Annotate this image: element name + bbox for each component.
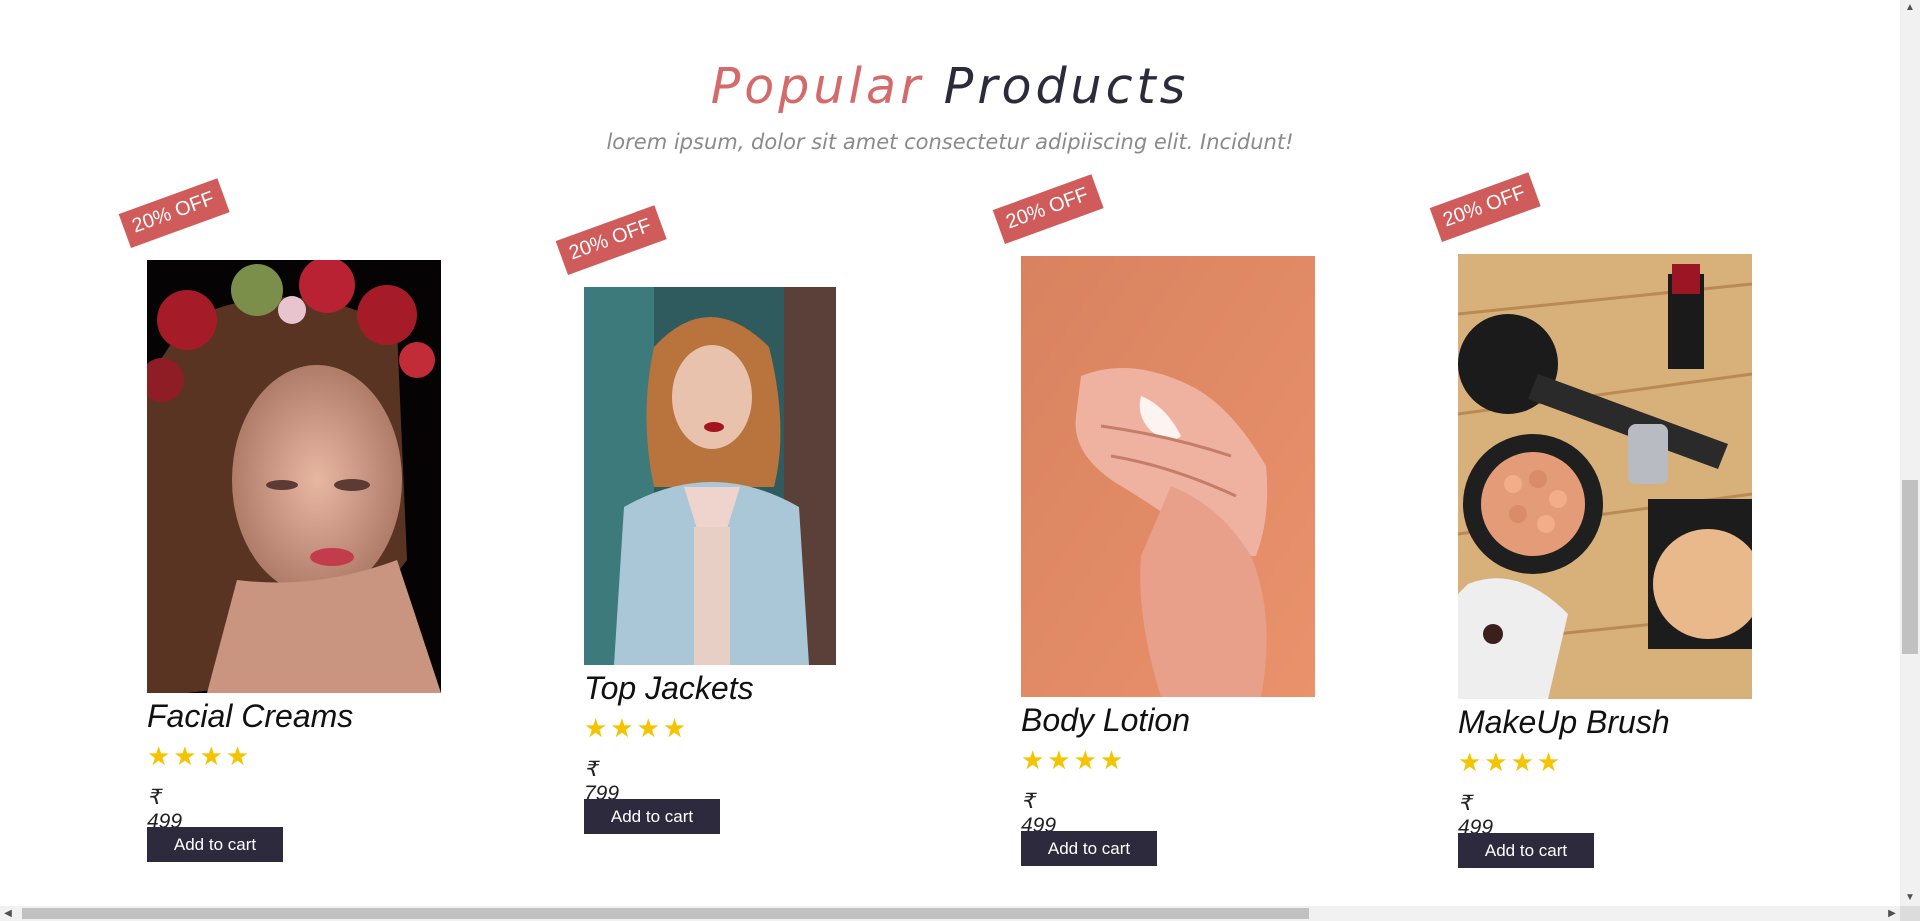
product-title[interactable]: MakeUp Brush (1458, 704, 1670, 741)
vertical-scrollbar[interactable]: ▲ ▼ (1900, 0, 1920, 906)
section-title: Popular Products (0, 58, 1900, 115)
section-subtitle: lorem ipsum, dolor sit amet consectetur … (606, 130, 1294, 154)
product-image-body-lotion[interactable] (1021, 256, 1315, 697)
product-image-top-jackets[interactable] (584, 287, 836, 665)
add-to-cart-button[interactable]: Add to cart (1021, 831, 1157, 866)
woman-with-flower-crown-photo (147, 260, 441, 693)
discount-badge: 20% OFF (118, 178, 230, 248)
makeup-products-photo (1458, 254, 1752, 699)
product-title[interactable]: Body Lotion (1021, 702, 1190, 739)
product-image-makeup-brush[interactable] (1458, 254, 1752, 699)
vertical-scroll-thumb[interactable] (1902, 480, 1918, 654)
product-image-facial-creams[interactable] (147, 260, 441, 693)
scrollbar-corner (1900, 906, 1920, 921)
scroll-down-arrow-icon[interactable]: ▼ (1900, 890, 1920, 906)
rating-stars: ★★★★ (584, 714, 690, 744)
section-title-accent: Popular (710, 58, 925, 115)
products-section: Popular Products lorem ipsum, dolor sit … (0, 0, 1900, 906)
add-to-cart-button[interactable]: Add to cart (584, 799, 720, 834)
rating-stars: ★★★★ (1021, 746, 1127, 776)
discount-badge: 20% OFF (992, 174, 1104, 244)
horizontal-scrollbar[interactable]: ◀ ▶ (0, 906, 1900, 921)
discount-badge: 20% OFF (555, 205, 667, 275)
horizontal-scroll-thumb[interactable] (22, 908, 1309, 919)
add-to-cart-button[interactable]: Add to cart (147, 827, 283, 862)
page: Popular Products lorem ipsum, dolor sit … (0, 0, 1920, 921)
section-title-rest: Products (943, 58, 1190, 115)
hands-applying-lotion-photo (1021, 256, 1315, 697)
rating-stars: ★★★★ (1458, 748, 1564, 778)
scroll-right-arrow-icon[interactable]: ▶ (1884, 906, 1900, 921)
product-title[interactable]: Facial Creams (147, 698, 353, 735)
add-to-cart-button[interactable]: Add to cart (1458, 833, 1594, 868)
rating-stars: ★★★★ (147, 742, 253, 772)
scroll-left-arrow-icon[interactable]: ◀ (0, 906, 16, 921)
product-title[interactable]: Top Jackets (584, 670, 754, 707)
woman-in-denim-jacket-photo (584, 287, 836, 665)
discount-badge: 20% OFF (1429, 172, 1541, 242)
scroll-up-arrow-icon[interactable]: ▲ (1900, 0, 1920, 16)
